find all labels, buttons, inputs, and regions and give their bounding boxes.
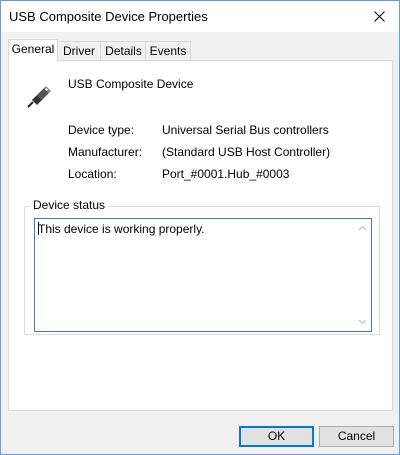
general-tab-panel: USB Composite Device Device type: Univer… [8,60,393,411]
location-label: Location: [68,167,117,181]
window-title: USB Composite Device Properties [9,9,208,24]
status-scrollbar[interactable] [354,219,371,331]
scroll-down-icon[interactable] [358,317,367,326]
tab-general[interactable]: General [8,39,58,62]
tab-driver[interactable]: Driver [56,41,102,61]
device-type-value: Universal Serial Bus controllers [162,123,329,137]
device-status-group: Device status This device is working pro… [24,198,380,335]
properties-dialog: USB Composite Device Properties General … [0,0,400,455]
tab-events[interactable]: Events [145,41,191,61]
manufacturer-label: Manufacturer: [68,145,143,159]
device-status-text: This device is working properly. [38,222,205,236]
manufacturer-value: (Standard USB Host Controller) [162,145,331,159]
tab-details[interactable]: Details [100,41,147,61]
close-icon [373,11,385,22]
cancel-button[interactable]: Cancel [319,426,394,447]
device-status-label: Device status [30,198,109,212]
device-name: USB Composite Device [68,77,194,91]
title-bar[interactable]: USB Composite Device Properties [1,1,399,32]
device-type-label: Device type: [68,123,135,137]
device-status-textbox[interactable]: This device is working properly. [34,218,372,332]
usb-connector-icon [27,86,51,108]
scroll-up-icon[interactable] [358,224,367,233]
location-value: Port_#0001.Hub_#0003 [162,167,290,181]
close-button[interactable] [359,1,399,32]
ok-button[interactable]: OK [239,426,314,447]
